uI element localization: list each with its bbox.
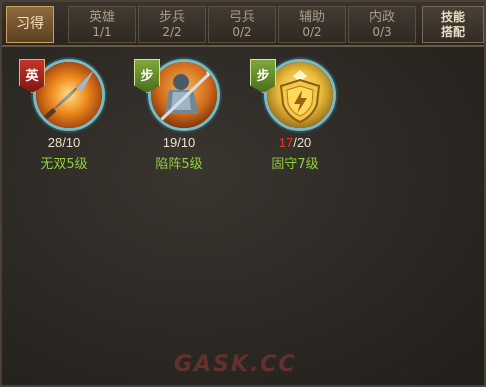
skill-config-label-1: 技能 — [440, 9, 465, 24]
tab-count: 0/3 — [372, 24, 392, 39]
watermark-text: GASK.CC — [174, 352, 297, 377]
tab-label: 弓兵 — [228, 9, 255, 25]
tab-bar: 习得 英雄 1/1 步兵 2/2 弓兵 0/2 辅助 0/2 内政 0/3 技能… — [2, 2, 484, 47]
skill-progress: 17/20 — [278, 135, 312, 150]
tab-archer[interactable]: 弓兵 0/2 — [208, 6, 276, 43]
skill-progress: 19/10 — [162, 135, 196, 150]
skill-panel: 习得 英雄 1/1 步兵 2/2 弓兵 0/2 辅助 0/2 内政 0/3 技能… — [0, 0, 486, 387]
skill-progress: 28/10 — [47, 135, 81, 150]
progress-max: 20 — [296, 135, 312, 150]
tab-count: 1/1 — [92, 24, 112, 39]
tab-label: 英雄 — [88, 9, 115, 25]
skill-config-button[interactable]: 技能 搭配 — [422, 6, 484, 43]
tab-label: 内政 — [368, 9, 395, 25]
tab-label: 步兵 — [158, 9, 185, 25]
warrior-icon — [151, 62, 217, 128]
tab-support[interactable]: 辅助 0/2 — [278, 6, 346, 43]
progress-current: 19 — [162, 135, 178, 150]
tab-count: 2/2 — [162, 24, 182, 39]
skill-name: 固守7级 — [271, 157, 319, 172]
skill-config-label-2: 搭配 — [440, 24, 465, 39]
skill-card-xianzhen[interactable]: 步 19/10 陷阵5级 — [134, 59, 224, 179]
tab-label: 习得 — [16, 16, 44, 32]
tab-domestic[interactable]: 内政 0/3 — [348, 6, 416, 43]
skill-name: 陷阵5级 — [155, 157, 203, 172]
progress-current: 28 — [47, 135, 63, 150]
progress-current: 17 — [278, 135, 294, 150]
tab-learned[interactable]: 习得 — [6, 6, 54, 43]
tab-infantry[interactable]: 步兵 2/2 — [138, 6, 206, 43]
tab-count: 0/2 — [232, 24, 252, 39]
progress-max: 10 — [180, 135, 196, 150]
shield-icon — [267, 62, 333, 128]
spear-icon — [36, 62, 102, 128]
tab-count: 0/2 — [302, 24, 322, 39]
skill-name: 无双5级 — [40, 157, 88, 172]
tab-label: 辅助 — [298, 9, 325, 25]
tab-hero[interactable]: 英雄 1/1 — [68, 6, 136, 43]
progress-max: 10 — [65, 135, 81, 150]
skill-card-gushou[interactable]: 步 17/20 固守7级 — [250, 59, 340, 179]
skill-card-wushuang[interactable]: 英 28/10 无双5级 — [19, 59, 109, 179]
